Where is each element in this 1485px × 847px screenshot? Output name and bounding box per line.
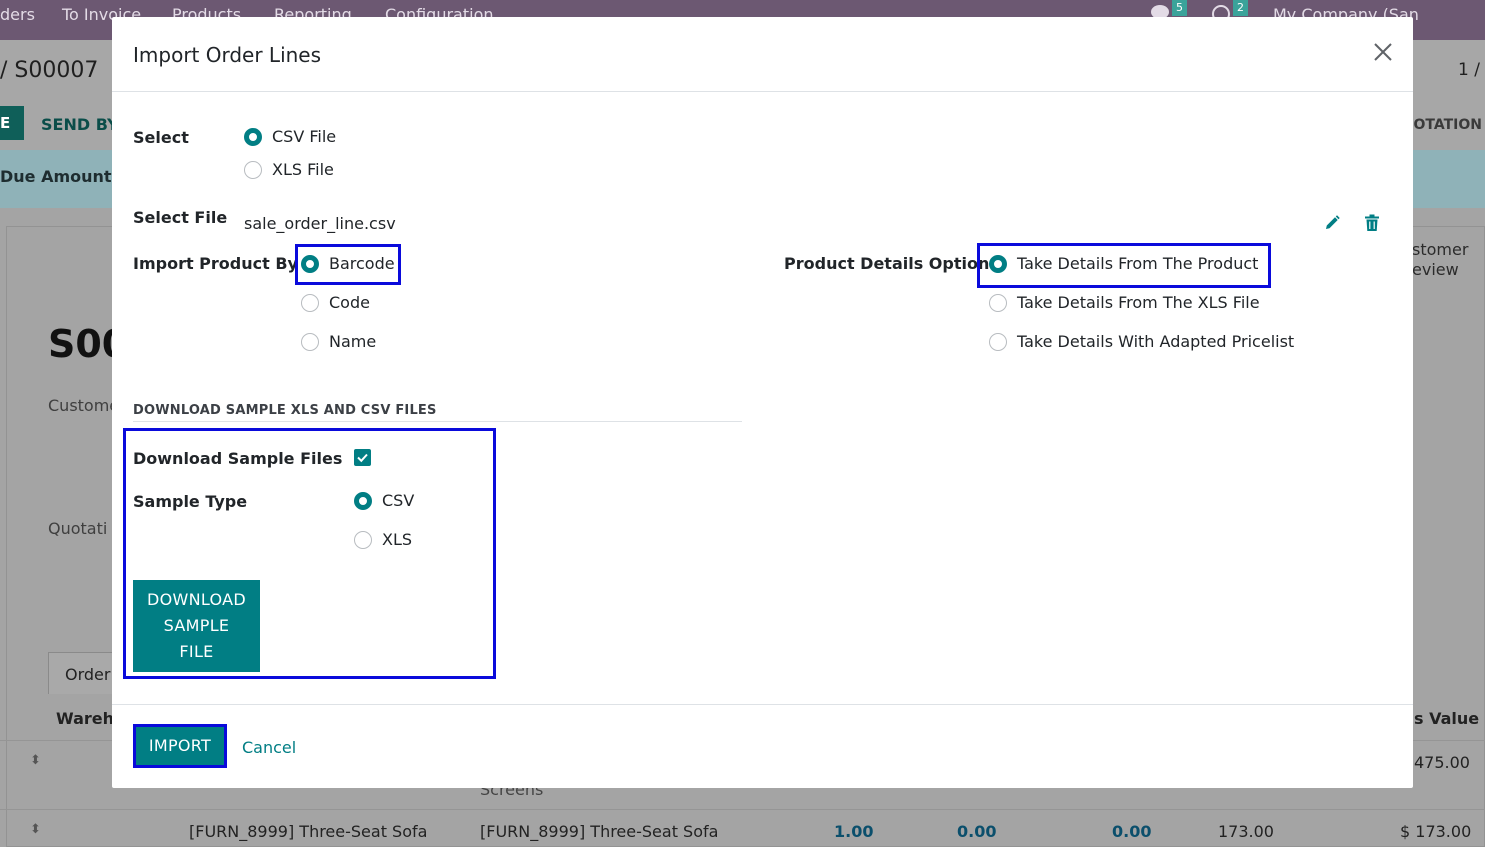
drag-handle-icon[interactable]: ⬍ <box>30 822 41 837</box>
quotation-button-partial[interactable]: UOTATION <box>1402 117 1482 133</box>
radio-label: XLS File <box>272 160 334 179</box>
row2-product[interactable]: [FURN_8999] Three-Seat Sofa <box>189 822 427 841</box>
sample-type-label: Sample Type <box>133 492 248 511</box>
radio-unchecked-icon[interactable] <box>301 293 319 312</box>
radio-checked-icon[interactable] <box>354 491 372 510</box>
radio-sample-xls[interactable]: XLS <box>354 530 412 549</box>
sample-section-title: DOWNLOAD SAMPLE XLS AND CSV FILES <box>133 403 437 418</box>
dialog-title: Import Order Lines <box>133 43 322 67</box>
radio-unchecked-icon[interactable] <box>354 530 372 549</box>
pager[interactable]: 1 / <box>1458 60 1480 80</box>
radio-unchecked-icon[interactable] <box>244 160 262 179</box>
radio-label: Take Details With Adapted Pricelist <box>1017 332 1295 351</box>
radio-label: XLS <box>382 530 413 549</box>
select-file-label: Select File <box>133 208 228 227</box>
radio-label: Name <box>329 332 377 351</box>
quotation-label: Quotati <box>48 519 108 538</box>
radio-label: CSV File <box>272 127 337 146</box>
pencil-icon[interactable] <box>1323 214 1341 232</box>
download-button-line2: SAMPLE <box>163 616 230 635</box>
row2-invoiced: 0.00 <box>1112 822 1152 841</box>
row2-description[interactable]: [FURN_8999] Three-Seat Sofa <box>480 822 718 841</box>
customer-review-line1: stomer <box>1412 240 1469 259</box>
customer-review-button[interactable]: stomer eview <box>1412 240 1468 280</box>
radio-sample-csv[interactable]: CSV <box>354 491 414 510</box>
customer-label: Custome <box>48 396 120 415</box>
breadcrumb[interactable]: / S00007 <box>0 58 98 83</box>
activity-count-badge: 2 <box>1233 0 1248 16</box>
download-sample-files-label: Download Sample Files <box>133 449 343 468</box>
radio-take-details-adapted-pricelist[interactable]: Take Details With Adapted Pricelist <box>989 332 1294 351</box>
dialog-header: Import Order Lines <box>112 17 1413 92</box>
confirm-button-partial[interactable]: E <box>0 106 24 140</box>
download-sample-file-button[interactable]: DOWNLOAD SAMPLE FILE <box>133 580 260 672</box>
row1-amount: 475.00 <box>1414 753 1470 772</box>
radio-code[interactable]: Code <box>301 293 370 312</box>
download-sample-checkbox[interactable] <box>354 449 371 466</box>
drag-handle-icon[interactable]: ⬍ <box>30 753 41 768</box>
trash-icon[interactable] <box>1364 214 1380 232</box>
menu-orders[interactable]: ders <box>0 5 35 24</box>
file-name: sale_order_line.csv <box>244 214 396 233</box>
radio-label: CSV <box>382 491 415 510</box>
radio-unchecked-icon[interactable] <box>989 293 1007 312</box>
import-order-lines-dialog: Import Order Lines Select CSV File XLS F… <box>112 17 1413 788</box>
radio-checked-icon[interactable] <box>989 254 1007 273</box>
import-button[interactable]: IMPORT <box>136 727 224 765</box>
radio-barcode[interactable]: Barcode <box>301 254 395 273</box>
radio-unchecked-icon[interactable] <box>989 332 1007 351</box>
download-button-line3: FILE <box>179 642 214 661</box>
radio-unchecked-icon[interactable] <box>301 332 319 351</box>
cancel-button[interactable]: Cancel <box>242 738 296 757</box>
radio-xls-file[interactable]: XLS File <box>244 160 334 179</box>
send-by-button[interactable]: SEND BY <box>41 115 119 134</box>
radio-checked-icon[interactable] <box>301 254 319 273</box>
radio-label: Take Details From The Product <box>1017 254 1259 273</box>
row-divider <box>0 809 1485 810</box>
section-divider <box>133 421 742 422</box>
row2-qty[interactable]: 1.00 <box>834 822 873 841</box>
import-product-by-label: Import Product By <box>133 254 298 273</box>
row2-unit-price[interactable]: 173.00 <box>1218 822 1274 841</box>
download-button-line1: DOWNLOAD <box>146 590 247 609</box>
radio-label: Take Details From The XLS File <box>1017 293 1260 312</box>
chat-count-badge: 5 <box>1172 0 1187 16</box>
product-details-option-label: Product Details Option <box>784 254 990 273</box>
radio-csv-file[interactable]: CSV File <box>244 127 336 146</box>
row2-delivered: 0.00 <box>957 822 997 841</box>
col-value: s Value <box>1414 709 1480 728</box>
radio-name[interactable]: Name <box>301 332 376 351</box>
radio-take-details-from-xls[interactable]: Take Details From The XLS File <box>989 293 1260 312</box>
dialog-footer: IMPORT Cancel <box>112 704 1413 788</box>
customer-review-line2: eview <box>1412 260 1459 279</box>
radio-take-details-from-product[interactable]: Take Details From The Product <box>989 254 1258 273</box>
select-label: Select <box>133 128 189 147</box>
radio-label: Barcode <box>329 254 395 273</box>
row2-subtotal: $ 173.00 <box>1400 822 1472 841</box>
radio-checked-icon[interactable] <box>244 127 262 146</box>
checkmark-icon <box>357 453 368 463</box>
radio-label: Code <box>329 293 370 312</box>
close-icon[interactable] <box>1368 37 1398 67</box>
